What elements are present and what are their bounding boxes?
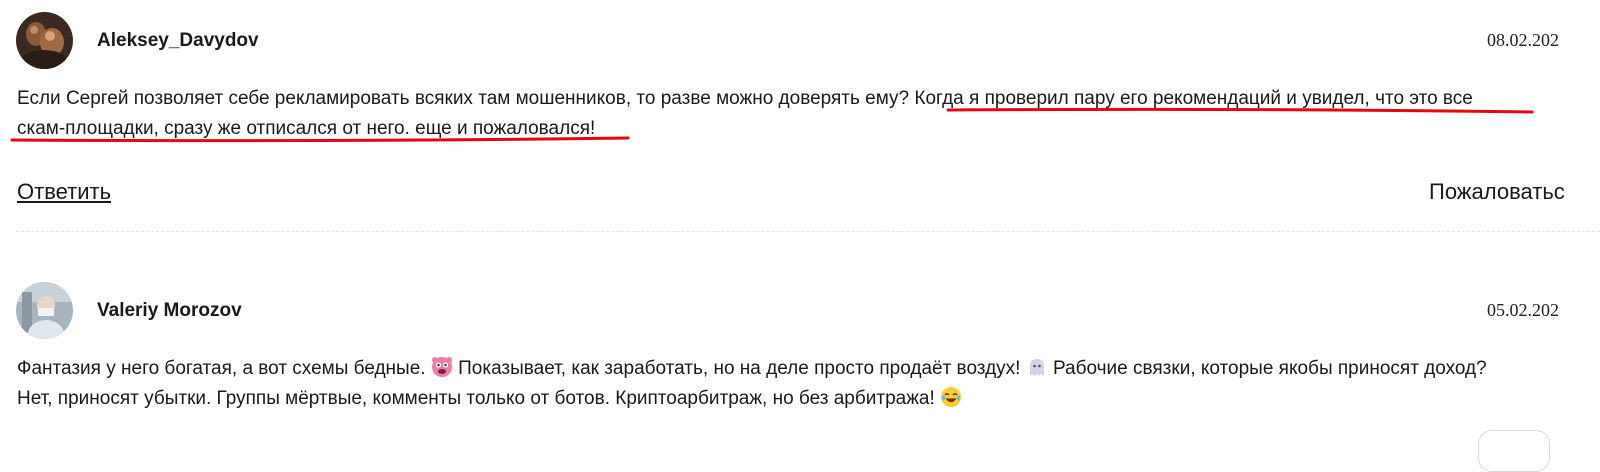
reply-link[interactable]: Ответить [17, 179, 111, 205]
comment-text: Фантазия у него богатая, а вот схемы бед… [17, 354, 1587, 414]
avatar[interactable] [16, 12, 73, 69]
comment-date: 05.02.202 [1487, 300, 1559, 320]
laughing-emoji-icon [940, 386, 962, 408]
comment-text: Если Сергей позволяет себе рекламировать… [17, 84, 1587, 144]
comment-text-segment: Нет, приносят убытки. Группы мёртвые, ко… [17, 388, 941, 409]
comment-text-segment: Рабочие связки, которые якобы приносят д… [1047, 358, 1487, 379]
comment-text-marked: скам-площадки, сразу же отписался от нег… [17, 118, 596, 139]
comment-text-segment: Фантазия у него богатая, а вот схемы бед… [17, 358, 431, 379]
comment-text-segment: Показывает, как заработать, но на деле п… [452, 358, 1026, 379]
author-name[interactable]: Aleksey_Davydov [97, 30, 259, 52]
report-link[interactable]: Пожаловатьс [1429, 179, 1565, 205]
comment-text-marked: Когда я проверил пару его рекомендаций и… [914, 88, 1473, 109]
author-name[interactable]: Valeriy Morozov [97, 300, 242, 322]
avatar[interactable] [16, 282, 73, 339]
comment-text-plain: Если Сергей позволяет себе рекламировать… [17, 88, 915, 109]
comment-date: 08.02.202 [1487, 30, 1559, 50]
divider [16, 231, 1600, 232]
monster-face-emoji-icon [431, 356, 453, 378]
ghost-emoji-icon [1026, 356, 1048, 378]
partial-button[interactable] [1478, 430, 1550, 472]
